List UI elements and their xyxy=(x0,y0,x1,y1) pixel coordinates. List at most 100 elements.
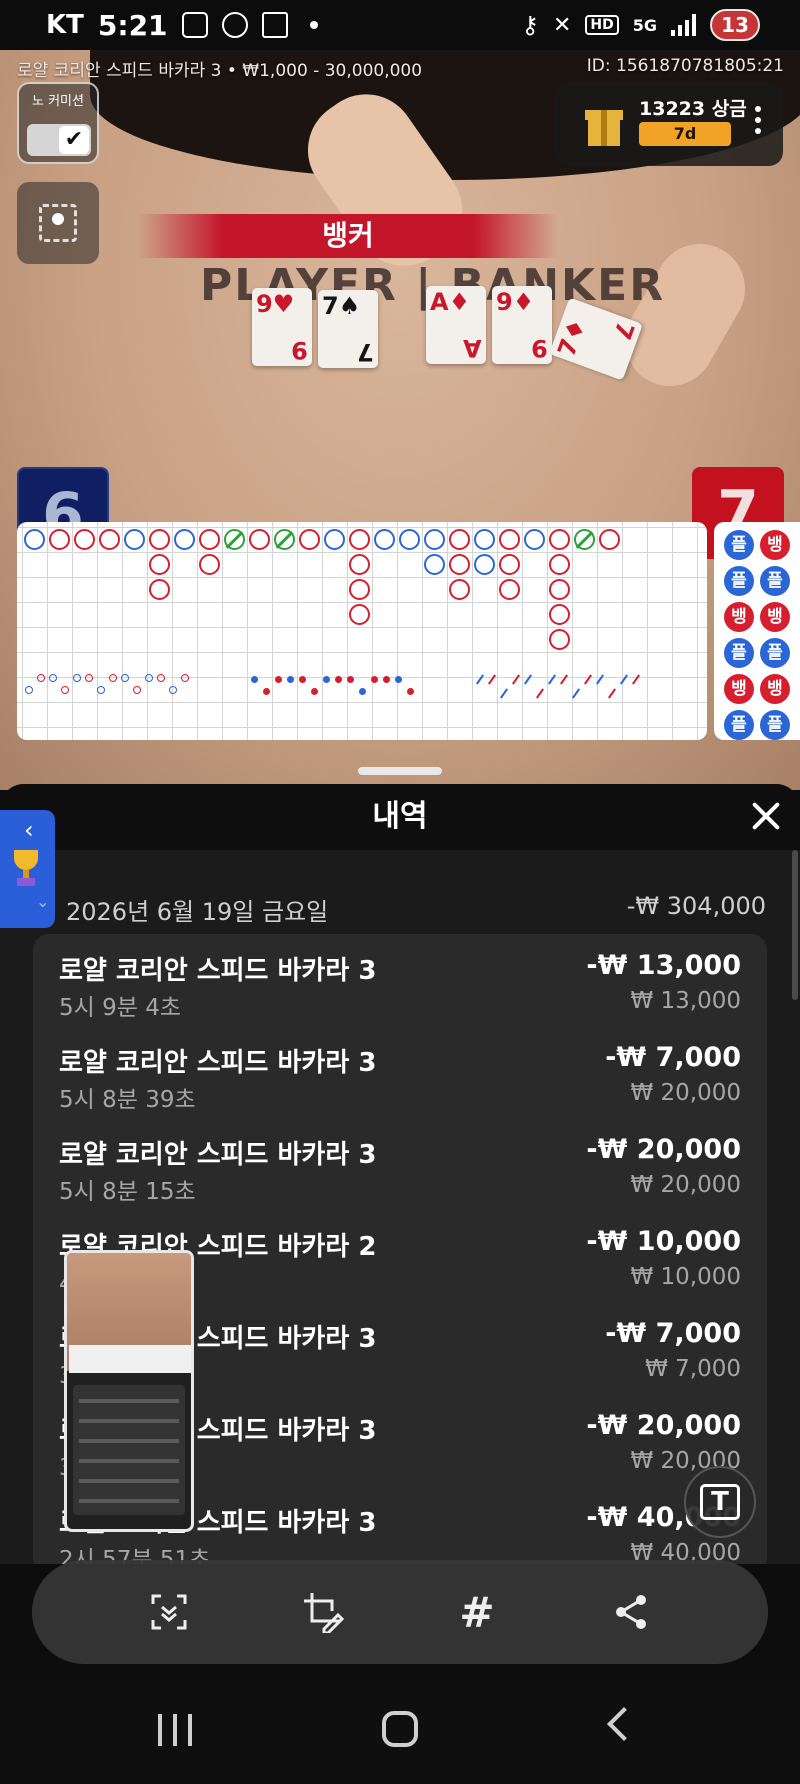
banker-result-marker xyxy=(599,529,620,550)
player-result-marker xyxy=(474,554,495,575)
history-amount: -₩ 13,000 xyxy=(586,950,741,981)
cockroach-road-marker xyxy=(584,674,592,685)
dealer-hand-right xyxy=(608,227,762,403)
banker-result-marker xyxy=(349,579,370,600)
player-card-2: 7♠ 7 xyxy=(318,290,378,368)
leaderboard-tab[interactable]: ‹ ⌄ xyxy=(0,810,55,928)
scrollbar[interactable] xyxy=(792,850,798,1000)
cockroach-road-marker xyxy=(488,674,496,685)
banker-result-marker xyxy=(249,529,270,550)
tie-result-marker xyxy=(274,529,295,550)
cockroach-road-marker xyxy=(548,674,556,685)
derived-road-marker xyxy=(145,674,153,682)
banker-result-marker xyxy=(549,529,570,550)
small-road-marker xyxy=(263,688,270,695)
banker-prediction: 뱅 xyxy=(760,530,790,560)
player-result-marker xyxy=(124,529,145,550)
chevron-left-icon: ‹ xyxy=(24,816,34,844)
extract-text-button[interactable]: T xyxy=(684,1466,756,1538)
carrier-label: KT xyxy=(46,10,84,40)
derived-road-marker xyxy=(133,686,141,694)
battery-icon: 13 xyxy=(710,9,760,41)
video-view-button[interactable] xyxy=(17,182,99,264)
history-date-total: -₩ 304,000 xyxy=(626,892,766,920)
history-amount: -₩ 10,000 xyxy=(586,1226,741,1257)
history-stake: ₩ 13,000 xyxy=(630,988,741,1014)
sheet-title: 내역 xyxy=(372,799,428,834)
player-prediction: 플 xyxy=(724,566,754,596)
history-game-name: 로얄 코리안 스피드 바카라 3 xyxy=(59,956,377,986)
result-banner: 뱅커 xyxy=(138,214,558,258)
signal-icon xyxy=(671,14,696,36)
close-icon[interactable] xyxy=(746,796,786,836)
status-right: ⚷ ✕ HD 5G 13 xyxy=(521,9,760,41)
small-road-marker xyxy=(251,676,258,683)
screenshot-thumbnail[interactable] xyxy=(64,1250,194,1532)
derived-road-marker xyxy=(169,686,177,694)
banker-prediction: 뱅 xyxy=(760,674,790,704)
cockroach-road-marker xyxy=(608,688,616,699)
navigation-bar xyxy=(0,1684,800,1784)
cockroach-road-marker xyxy=(476,674,484,685)
prize-days-badge: 7d xyxy=(639,122,731,146)
banker-result-marker xyxy=(199,529,220,550)
more-options-icon[interactable] xyxy=(755,106,761,142)
back-icon[interactable] xyxy=(607,1707,641,1741)
history-row[interactable]: 로얄 코리안 스피드 바카라 3 5시 9분 4초 -₩ 13,000 ₩ 13,00… xyxy=(33,940,767,1032)
small-road-marker xyxy=(395,676,402,683)
small-road-marker xyxy=(299,676,306,683)
status-left: KT 5:21 xyxy=(46,9,318,42)
banker-result-marker xyxy=(149,529,170,550)
derived-road-marker xyxy=(181,674,189,682)
history-row[interactable]: 로얄 코리안 스피드 바카라 3 5시 8분 39초 -₩ 7,000 ₩ 20,00… xyxy=(33,1032,767,1124)
banker-prediction: 뱅 xyxy=(760,602,790,632)
checkmark-icon: ✔ xyxy=(59,126,89,154)
toggle-switch[interactable]: ✔ xyxy=(27,124,91,156)
camera-focus-icon xyxy=(39,204,77,242)
crop-edit-button[interactable] xyxy=(297,1586,349,1638)
prize-widget[interactable]: 13223 상금 7d xyxy=(555,82,783,166)
home-icon[interactable] xyxy=(382,1711,418,1747)
no-commission-label: 노 커미션 xyxy=(32,94,84,109)
derived-road-marker xyxy=(109,674,117,682)
prediction-panel[interactable]: 플뱅플플뱅뱅플플뱅뱅플플 xyxy=(714,522,800,740)
app-notification-icon xyxy=(221,12,248,38)
screenshot-icon xyxy=(181,12,208,38)
banker-result-marker xyxy=(449,529,470,550)
cockroach-road-marker xyxy=(572,688,580,699)
history-row[interactable]: 로얄 코리안 스피드 바카라 3 5시 8분 15초 -₩ 20,000 ₩ 20,0… xyxy=(33,1124,767,1216)
small-road-marker xyxy=(407,688,414,695)
banker-result-marker xyxy=(299,529,320,550)
cockroach-road-marker xyxy=(536,688,544,699)
roadmap-board[interactable] xyxy=(17,522,707,740)
history-stake: ₩ 7,000 xyxy=(645,1356,741,1382)
banker-card-2: 9♦ 9 xyxy=(492,286,552,364)
derived-road-marker xyxy=(97,686,105,694)
derived-road-marker xyxy=(121,674,129,682)
network-type: 5G xyxy=(632,15,657,35)
share-button[interactable] xyxy=(605,1586,657,1638)
tie-result-marker xyxy=(224,529,245,550)
small-road-marker xyxy=(359,688,366,695)
crop-edit-icon xyxy=(304,1593,344,1633)
thumbnail-roadmap-preview xyxy=(69,1345,191,1373)
scroll-capture-button[interactable] xyxy=(143,1586,195,1638)
no-commission-toggle[interactable]: 노 커미션 ✔ xyxy=(17,82,99,164)
player-result-marker xyxy=(524,529,545,550)
hashtag-button[interactable]: # xyxy=(451,1586,503,1638)
player-card-1: 9♥ 9 xyxy=(252,288,312,366)
sheet-drag-handle[interactable] xyxy=(358,767,442,775)
clock: 5:21 xyxy=(97,8,168,42)
status-bar: KT 5:21 ⚷ ✕ HD 5G 13 xyxy=(0,0,800,50)
cockroach-road-marker xyxy=(596,674,604,685)
gmail-icon xyxy=(261,12,288,38)
banker-result-marker xyxy=(499,554,520,575)
banker-prediction: 뱅 xyxy=(724,674,754,704)
recent-apps-icon[interactable] xyxy=(158,1714,192,1746)
banker-result-marker xyxy=(199,554,220,575)
banker-result-marker xyxy=(99,529,120,550)
player-result-marker xyxy=(424,529,445,550)
cockroach-road-marker xyxy=(500,688,508,699)
history-stake: ₩ 10,000 xyxy=(630,1264,741,1290)
mute-icon: ✕ xyxy=(552,12,572,38)
